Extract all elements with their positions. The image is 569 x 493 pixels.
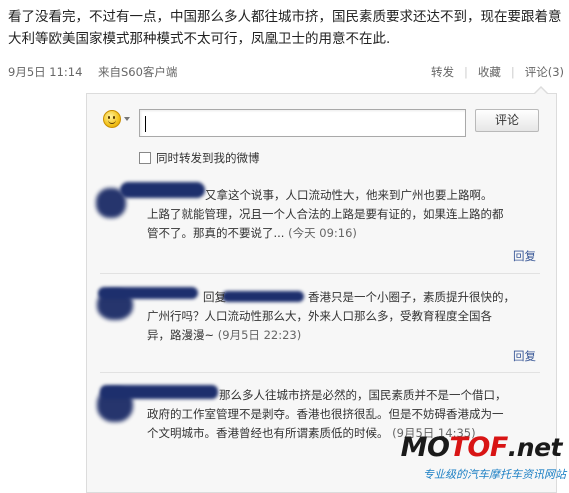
forward-link[interactable]: 转发 <box>431 65 454 79</box>
comment-time: (9月5日 22:23) <box>217 328 302 342</box>
favorite-link[interactable]: 收藏 <box>478 65 501 79</box>
post-text: 看了没看完，不过有一点，中国那么多人都往城市挤，国民素质要求还达不到，现在要跟着… <box>8 9 562 47</box>
reply-link[interactable]: 回复 <box>513 348 536 364</box>
comment-line-text: 个文明城市。香港曾经也有所谓素质低的时候。 <box>147 426 389 440</box>
motof-watermark: MOTOF.net 专业级的汽车摩托车资讯网站 <box>401 432 568 490</box>
post-meta: 9月5日 11:14 来自S60客户端 转发 | 收藏 | 评论(3) <box>8 64 568 82</box>
motof-logo: MOTOF.net <box>400 432 563 463</box>
comment-line-text: 香港只是一个小圈子，素质提升很快的， <box>308 290 515 304</box>
emoji-button[interactable] <box>103 108 133 130</box>
separator: | <box>463 65 468 79</box>
motof-slogan: 专业级的汽车摩托车资讯网站 <box>423 468 566 481</box>
chevron-down-icon <box>124 117 130 121</box>
comment-line-text: 管不了。那真的不要说了... <box>147 226 285 240</box>
divider <box>100 372 540 373</box>
divider <box>100 273 540 274</box>
submit-comment-button[interactable]: 评论 <box>475 109 539 132</box>
comment-input[interactable] <box>139 109 466 137</box>
comment-line: 又拿这个说事，人口流动性大，他来到广州也要上路啊。 <box>205 188 493 202</box>
comment-line: 上路了就能管理，况且一个人合法的上路是要有证的，如果连上路的都 <box>147 207 504 221</box>
post-actions: 转发 | 收藏 | 评论(3) <box>431 64 564 80</box>
comment-link[interactable]: 评论(3) <box>525 65 564 79</box>
comment-time: (今天 09:16) <box>288 226 357 240</box>
comment-line: 管不了。那真的不要说了... (今天 09:16) <box>147 224 547 243</box>
forward-checkbox[interactable] <box>139 152 151 164</box>
logo-part: .net <box>507 433 563 462</box>
comment-line: 异，路漫漫~ (9月5日 22:23) <box>147 326 547 345</box>
comment-line: 政府的工作室管理不是剥夺。香港也很挤很乱。但是不妨碍香港成为一 <box>147 407 504 421</box>
reply-prefix: 回复 <box>203 290 226 304</box>
text-cursor <box>145 116 146 132</box>
separator: | <box>510 65 515 79</box>
comment-line: 广州行吗？人口流动性那么大，外来人口那么多，受教育程度全国各 <box>147 309 492 323</box>
post-source[interactable]: 来自S60客户端 <box>98 64 177 80</box>
forward-checkbox-label[interactable]: 同时转发到我的微博 <box>156 150 260 166</box>
comment-body: 回复 香港只是一个小圈子，素质提升很快的， 广州行吗？人口流动性那么大，外来人口那… <box>147 288 547 345</box>
comment-line: 回复 香港只是一个小圈子，素质提升很快的， <box>147 288 547 307</box>
panel-arrow-inner <box>535 88 547 94</box>
logo-part: MO <box>400 432 450 463</box>
smiley-icon <box>103 110 121 128</box>
comment-line: 那么多人往城市挤是必然的，国民素质并不是一个借口， <box>219 388 507 402</box>
comment-line-text: 异，路漫漫~ <box>147 328 215 342</box>
post-time: 9月5日 11:14 <box>8 65 83 79</box>
reply-link[interactable]: 回复 <box>513 248 536 264</box>
logo-part: TOF <box>449 432 508 463</box>
comment-body: 又拿这个说事，人口流动性大，他来到广州也要上路啊。 上路了就能管理，况且一个人合… <box>147 186 547 243</box>
